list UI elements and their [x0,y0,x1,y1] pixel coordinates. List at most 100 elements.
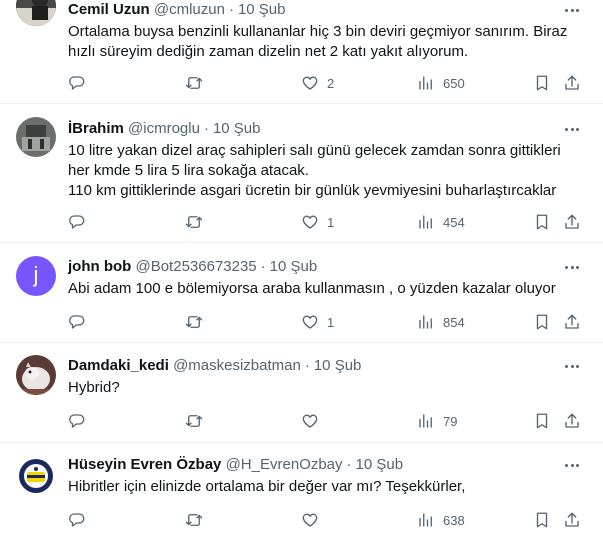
share-button[interactable] [563,510,581,530]
tweet-date[interactable]: 10 Şub [270,258,318,275]
reply-button[interactable] [68,212,86,232]
bookmark-icon [536,214,548,230]
action-bar: 2 650 [68,73,587,93]
user-handle[interactable]: @H_EvrenOzbay [226,456,343,473]
separator-dot: · [260,258,266,275]
views-button[interactable]: 79 [417,411,457,431]
reply-button[interactable] [68,510,86,530]
bookmark-icon [536,512,548,528]
user-handle[interactable]: @icmroglu [128,120,200,137]
more-icon[interactable] [563,119,581,139]
tweet-date[interactable]: 10 Şub [213,120,261,137]
user-handle[interactable]: @maskesizbatman [173,357,301,374]
tweet-text-line: 110 km gittiklerinde asgari ücretin bir … [68,182,557,199]
action-bar: 1 454 [68,212,587,232]
view-count: 650 [443,75,465,91]
display-name[interactable]: Damdaki_kedi [68,357,169,374]
share-icon [565,75,579,90]
views-icon [419,315,432,329]
views-icon [419,215,432,229]
bookmark-button[interactable] [533,411,551,431]
retweet-button[interactable] [185,212,203,232]
view-count: 854 [443,314,465,330]
views-button[interactable]: 454 [417,212,465,232]
retweet-button[interactable] [185,73,203,93]
like-count: 1 [327,214,335,230]
share-button[interactable] [563,411,581,431]
tweet-header: Cemil Uzun @cmluzun · 10 Şub [68,0,563,20]
share-icon [565,413,579,428]
like-icon [302,315,318,329]
retweet-button[interactable] [185,312,203,332]
tweet[interactable]: Cemil Uzun @cmluzun · 10 Şub Ortalama buys… [0,0,603,104]
avatar[interactable] [16,456,56,496]
tweet-date[interactable]: 10 Şub [238,1,286,18]
retweet-icon [185,216,203,228]
retweet-icon [185,77,203,89]
bookmark-icon [536,75,548,91]
display-name[interactable]: john bob [68,258,131,275]
user-handle[interactable]: @cmluzun [154,1,225,18]
more-icon[interactable] [563,356,581,376]
share-button[interactable] [563,73,581,93]
reply-button[interactable] [68,411,86,431]
reply-icon [69,215,85,229]
views-button[interactable]: 638 [417,510,465,530]
retweet-button[interactable] [185,510,203,530]
avatar[interactable] [16,0,56,26]
tweet-text: Abi adam 100 e bölemiyorsa araba kullanm… [68,279,583,299]
views-icon [419,414,432,428]
tweet[interactable]: j john bob @Bot2536673235 · 10 Şub Abi ada… [0,243,603,343]
like-button[interactable] [301,411,319,431]
more-icon[interactable] [563,257,581,277]
display-name[interactable]: Hüseyin Evren Özbay [68,456,221,473]
tweet[interactable]: Hüseyin Evren Özbay @H_EvrenOzbay · 10 Şub… [0,443,603,550]
action-bar: 79 [68,411,587,431]
retweet-icon [185,316,203,328]
user-handle[interactable]: @Bot2536673235 [135,258,256,275]
reply-icon [69,513,85,527]
like-button[interactable]: 1 [301,312,334,332]
like-icon [302,414,318,428]
like-button[interactable] [301,510,319,530]
like-icon [302,215,318,229]
bookmark-button[interactable] [533,312,551,332]
bookmark-button[interactable] [533,510,551,530]
avatar[interactable] [16,117,56,157]
tweet-text: Hibritler için elinizde ortalama bir değ… [68,477,583,497]
views-button[interactable]: 854 [417,312,465,332]
display-name[interactable]: İBrahim [68,120,124,137]
bookmark-button[interactable] [533,73,551,93]
bookmark-button[interactable] [533,212,551,232]
tweet-date[interactable]: 10 Şub [356,456,404,473]
views-button[interactable]: 650 [417,73,465,93]
avatar[interactable]: j [16,256,56,296]
tweet-text: Hybrid? [68,378,583,398]
tweet[interactable]: Damdaki_kedi @maskesizbatman · 10 Şub Hybr… [0,343,603,443]
tweet-header: İBrahim @icmroglu · 10 Şub [68,119,563,139]
more-icon[interactable] [563,455,581,475]
like-icon [302,76,318,90]
tweet-text: 10 litre yakan dizel araç sahipleri salı… [68,141,583,201]
reply-icon [69,315,85,329]
share-button[interactable] [563,212,581,232]
more-icon[interactable] [563,0,581,20]
share-button[interactable] [563,312,581,332]
reply-button[interactable] [68,73,86,93]
like-button[interactable]: 1 [301,212,334,232]
tweet-text-line: Hibritler için elinizde ortalama bir değ… [68,478,466,495]
separator-dot: · [346,456,352,473]
view-count: 454 [443,214,465,230]
tweet-header: john bob @Bot2536673235 · 10 Şub [68,257,563,277]
like-icon [302,513,318,527]
avatar[interactable] [16,355,56,395]
tweet[interactable]: İBrahim @icmroglu · 10 Şub 10 litre yakan … [0,104,603,243]
like-count: 1 [327,314,335,330]
bookmark-icon [536,314,548,330]
tweet-date[interactable]: 10 Şub [314,357,362,374]
tweet-text: Ortalama buysa benzinli kullananlar hiç … [68,22,583,62]
display-name[interactable]: Cemil Uzun [68,1,150,18]
retweet-button[interactable] [185,411,203,431]
like-button[interactable]: 2 [301,73,334,93]
reply-button[interactable] [68,312,86,332]
